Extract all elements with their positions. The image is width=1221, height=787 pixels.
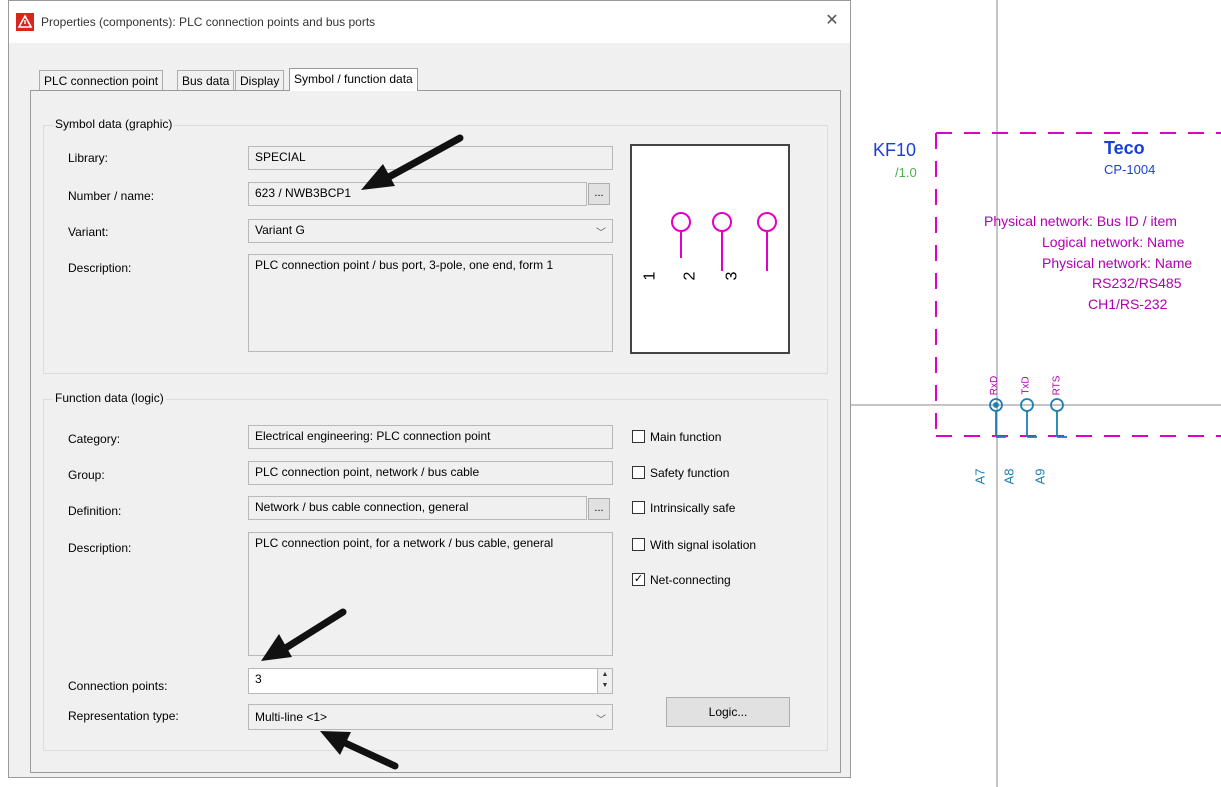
network-line-5: CH1/RS-232 — [1088, 296, 1168, 312]
part-number: CP-1004 — [1104, 162, 1156, 177]
connection-label-a7: A7 — [972, 468, 988, 485]
network-line-4: RS232/RS485 — [1092, 275, 1182, 291]
pin-label-rts: RTS — [1051, 375, 1063, 396]
connection-label-a9: A9 — [1032, 468, 1048, 485]
arrow-to-number-name — [383, 134, 464, 182]
manufacturer-name: Teco — [1104, 138, 1145, 158]
network-line-3: Physical network: Name — [1042, 255, 1193, 271]
pin-label-txd: TxD — [1020, 376, 1032, 395]
annotation-arrows — [261, 134, 464, 770]
device-ref: /1.0 — [895, 165, 917, 180]
schematic-canvas[interactable]: KF10 /1.0 Teco CP-1004 Physical network:… — [851, 0, 1221, 787]
schematic-drawing — [851, 0, 1221, 787]
tab-symbol-function-data[interactable]: Symbol / function data — [289, 68, 418, 91]
connection-label-a8: A8 — [1001, 468, 1017, 485]
network-line-1: Physical network: Bus ID / item — [984, 213, 1177, 229]
arrow-to-connection-points — [280, 608, 347, 653]
properties-dialog: Properties (components): PLC connection … — [8, 0, 851, 778]
network-line-2: Logical network: Name — [1042, 234, 1185, 250]
arrow-to-representation-type — [339, 738, 399, 770]
pin-label-rxd: RxD — [989, 375, 1001, 396]
device-tag: KF10 — [873, 140, 917, 160]
